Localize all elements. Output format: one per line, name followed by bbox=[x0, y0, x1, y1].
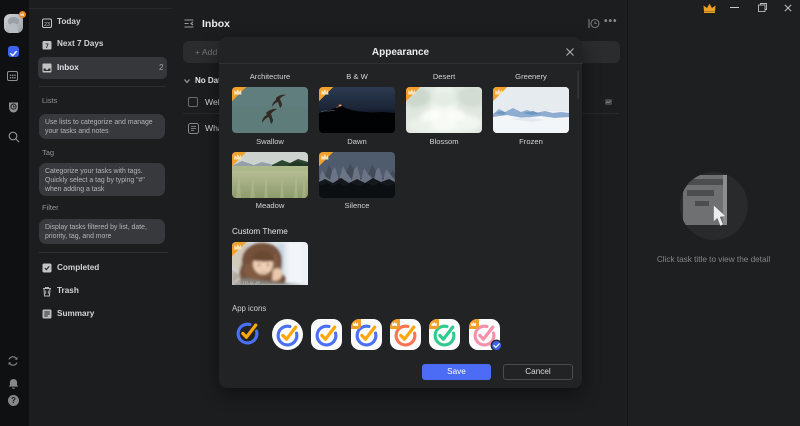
svg-text:23: 23 bbox=[44, 22, 50, 28]
